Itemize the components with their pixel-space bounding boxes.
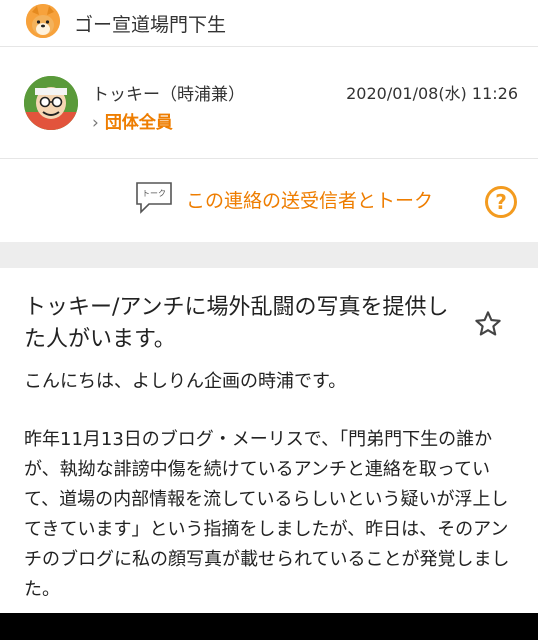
post-card: トッキー/アンチに場外乱闘の写真を提供した人がいます。 こんにちは、よしりん企画… [0, 268, 538, 613]
post-title: トッキー/アンチに場外乱闘の写真を提供した人がいます。 [24, 295, 449, 352]
recipient-label: 団体全員 [104, 113, 173, 133]
shiba-dog-icon [26, 4, 60, 38]
section-divider [0, 242, 538, 268]
talk-link[interactable]: この連絡の送受信者とトーク [186, 186, 433, 213]
post-meta: トッキー（時浦兼） 2020/01/08(水) 11:26 › 団体全員 [0, 58, 538, 159]
group-name: ゴー宣道場門下生 [74, 14, 227, 36]
talk-row: トーク この連絡の送受信者とトーク ? [0, 158, 538, 242]
post-greeting: こんにちは、よしりん企画の時浦です。 [24, 371, 347, 392]
chevron-right-icon: › [92, 113, 99, 133]
star-outline-icon[interactable] [474, 310, 502, 338]
app-header: ゴー宣道場門下生 [0, 0, 538, 47]
recipient-link[interactable]: › 団体全員 [92, 108, 173, 133]
author-avatar[interactable] [24, 76, 78, 130]
post-body: 昨年11月13日のブログ・メーリスで、「門弟門下生の誰かが、執拗な誹謗中傷を続け… [24, 429, 510, 600]
post-datetime: 2020/01/08(水) 11:26 [346, 84, 518, 103]
author-name[interactable]: トッキー（時浦兼） [92, 80, 245, 105]
group-avatar[interactable] [26, 4, 60, 38]
system-nav-bar [0, 613, 538, 640]
speech-bubble-icon[interactable]: トーク [134, 180, 174, 216]
talk-icon-label: トーク [142, 189, 166, 198]
cartoon-avatar-icon [24, 76, 78, 130]
question-circle-icon[interactable]: ? [485, 186, 517, 218]
